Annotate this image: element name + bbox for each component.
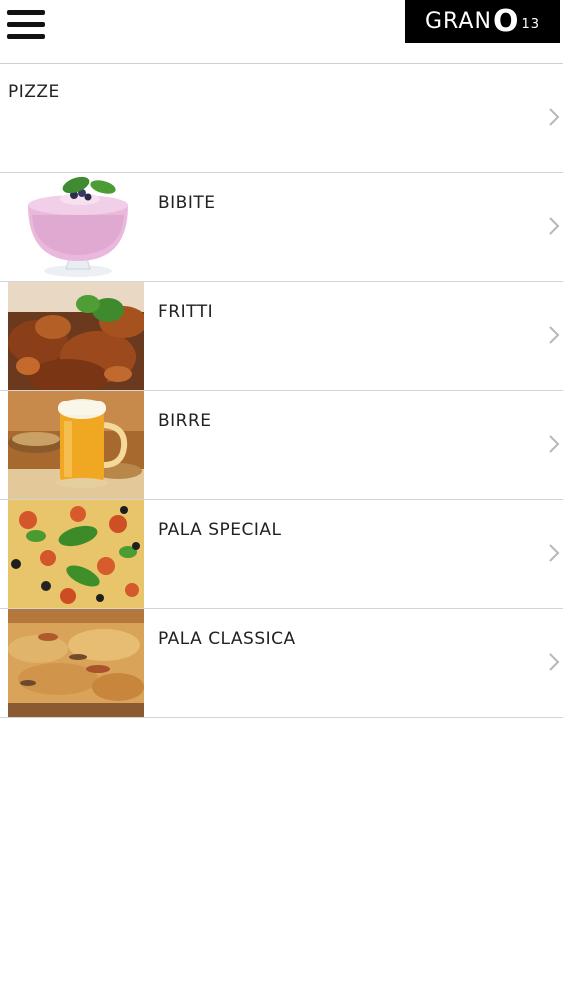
menu-item-birre[interactable]: BIRRE [0, 391, 563, 500]
menu-item-pizze[interactable]: PIZZE [0, 64, 563, 173]
brand-logo[interactable]: GRAN O 13 [405, 0, 560, 43]
chevron-right-icon [549, 326, 560, 344]
menu-item-label: PIZZE [8, 82, 60, 102]
menu-item-pala-special[interactable]: PALA SPECIAL [0, 500, 563, 609]
pizza-slice-image [8, 609, 144, 717]
chevron-right-icon [549, 544, 560, 562]
menu-item-bibite[interactable]: BIBITE [0, 173, 563, 282]
menu-list: PIZZE BIBITE FRITTI BIRRE PALA SPECIAL P… [0, 64, 563, 718]
beer-mug-image [8, 391, 144, 499]
menu-item-label: BIBITE [158, 193, 216, 213]
menu-item-label: FRITTI [158, 302, 214, 322]
menu-item-label: BIRRE [158, 411, 212, 431]
menu-item-label: PALA CLASSICA [158, 629, 296, 649]
chevron-right-icon [549, 435, 560, 453]
app-header: GRAN O 13 [0, 0, 563, 64]
menu-item-pala-classica[interactable]: PALA CLASSICA [0, 609, 563, 718]
fried-chicken-image [8, 282, 144, 390]
menu-item-fritti[interactable]: FRITTI [0, 282, 563, 391]
pizza-basil-image [8, 500, 144, 608]
menu-item-label: PALA SPECIAL [158, 520, 282, 540]
chevron-right-icon [549, 217, 560, 235]
hamburger-menu-icon[interactable] [7, 10, 45, 40]
chevron-right-icon [549, 653, 560, 671]
chevron-right-icon [549, 108, 560, 126]
smoothie-glass-image [8, 173, 144, 281]
